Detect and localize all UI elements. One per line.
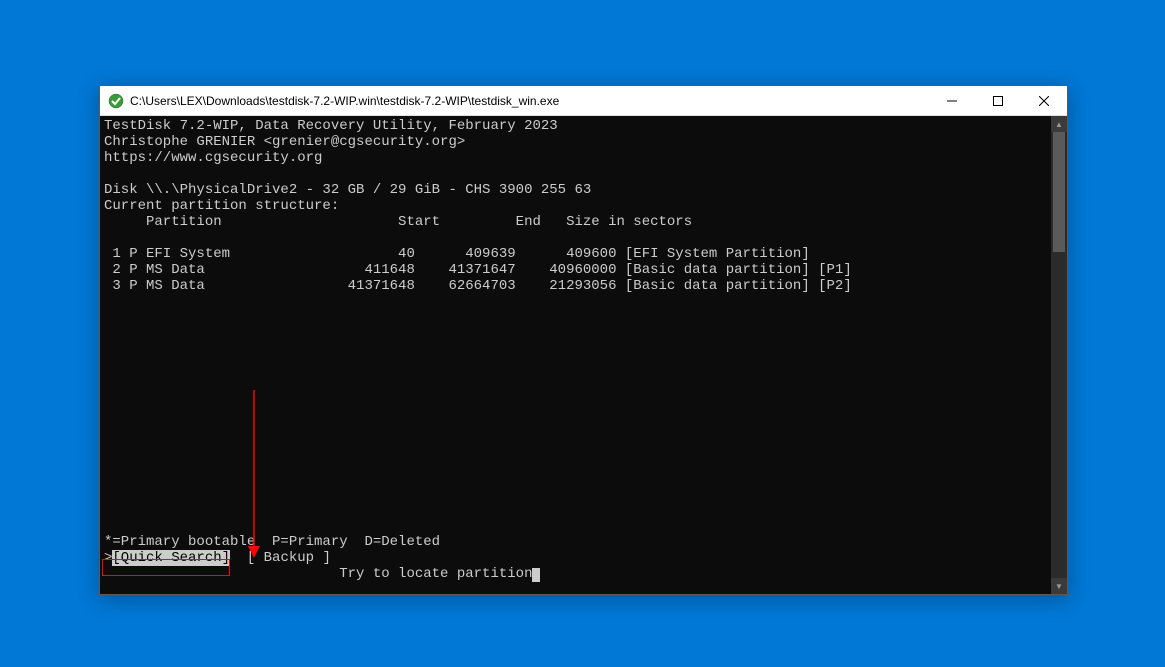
hint-text: Try to locate partition [104,566,532,582]
title-bar[interactable]: C:\Users\LEX\Downloads\testdisk-7.2-WIP.… [100,86,1067,116]
menu-quick-search[interactable]: [Quick Search] [112,550,230,566]
window-controls [929,86,1067,115]
menu-backup[interactable]: [ Backup ] [247,550,331,566]
menu-line: >[Quick Search] [ Backup ] [104,550,331,566]
scroll-thumb[interactable] [1053,132,1065,252]
terminal-area: TestDisk 7.2-WIP, Data Recovery Utility,… [100,116,1067,594]
legend-text: *=Primary bootable P=Primary D=Deleted [104,534,440,550]
scroll-down-icon[interactable]: ▼ [1051,578,1067,594]
cursor [532,568,540,582]
app-window: C:\Users\LEX\Downloads\testdisk-7.2-WIP.… [99,85,1068,595]
scroll-up-icon[interactable]: ▲ [1051,116,1067,132]
maximize-button[interactable] [975,86,1021,115]
minimize-button[interactable] [929,86,975,115]
window-title: C:\Users\LEX\Downloads\testdisk-7.2-WIP.… [130,94,929,108]
scrollbar[interactable]: ▲ ▼ [1051,116,1067,594]
terminal-output[interactable]: TestDisk 7.2-WIP, Data Recovery Utility,… [100,116,1051,594]
app-icon [108,93,124,109]
close-button[interactable] [1021,86,1067,115]
